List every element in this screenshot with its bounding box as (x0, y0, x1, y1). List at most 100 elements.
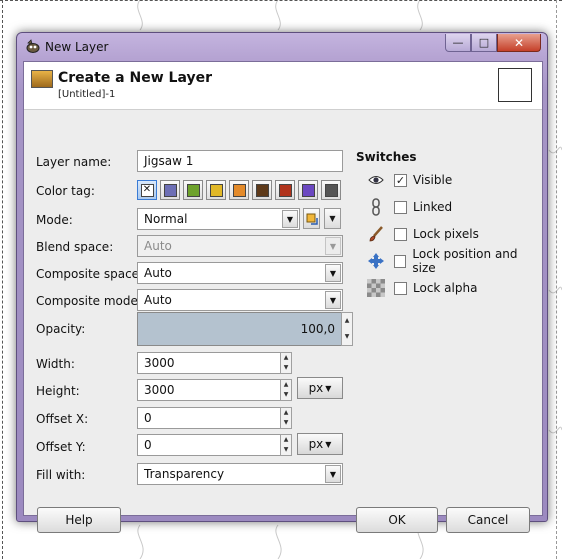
opacity-value: 100,0 (300, 322, 335, 336)
mode-switch-icon (306, 213, 318, 225)
red-swatch (278, 183, 292, 197)
chevron-down-icon: ▼ (325, 291, 341, 309)
width-input[interactable]: 3000 (137, 352, 281, 374)
eye-icon (367, 171, 385, 189)
composite-space-label: Composite space: (36, 267, 144, 281)
title-bar[interactable]: New Layer — □ ✕ (17, 33, 547, 61)
chevron-down-icon: ▼ (329, 214, 336, 223)
chevron-down-icon: ▼ (325, 439, 332, 449)
color-tag-green[interactable] (183, 180, 203, 200)
color-tag-gray[interactable] (321, 180, 341, 200)
offset-x-spinner[interactable]: ▲ ▼ (280, 407, 292, 429)
color-tag-violet[interactable] (298, 180, 318, 200)
spin-up-icon: ▲ (344, 317, 350, 324)
help-button[interactable]: Help (37, 507, 121, 533)
offset-unit-select[interactable]: px ▼ (297, 433, 343, 455)
selection-edge-right (556, 0, 557, 559)
visible-label: Visible (413, 173, 453, 187)
chevron-down-icon: ▼ (282, 210, 298, 228)
color-tag-brown[interactable] (252, 180, 272, 200)
spin-down-icon: ▼ (283, 364, 289, 371)
opacity-label: Opacity: (36, 322, 86, 336)
linked-checkbox[interactable] (394, 200, 407, 214)
violet-swatch (301, 183, 315, 197)
layer-image-icon (31, 70, 53, 88)
composite-mode-select[interactable]: Auto ▼ (137, 289, 343, 311)
color-tag-yellow[interactable] (206, 180, 226, 200)
opacity-slider[interactable]: 100,0 (137, 312, 342, 346)
lock-pixels-checkbox[interactable] (394, 227, 407, 241)
checkerboard-icon (367, 279, 385, 297)
lock-position-switch[interactable]: Lock position and size (367, 247, 542, 275)
color-tag-blue[interactable] (160, 180, 180, 200)
lock-position-label: Lock position and size (412, 247, 518, 275)
no-color-icon: ✕ (140, 183, 154, 197)
lock-position-checkbox[interactable] (393, 254, 407, 268)
image-name: [Untitled]-1 (58, 89, 116, 100)
cancel-button[interactable]: Cancel (446, 507, 530, 533)
width-spinner[interactable]: ▲ ▼ (280, 352, 292, 374)
lock-alpha-label: Lock alpha (413, 281, 478, 295)
move-icon (367, 252, 385, 270)
maximize-button[interactable]: □ (471, 34, 497, 52)
offset-y-input[interactable]: 0 (137, 434, 281, 456)
window-title: New Layer (45, 40, 109, 54)
lock-alpha-checkbox[interactable] (394, 281, 407, 295)
chevron-down-icon: ▼ (325, 237, 341, 255)
color-tag-red[interactable] (275, 180, 295, 200)
offset-unit-value: px (308, 437, 324, 451)
height-label: Height: (36, 384, 80, 398)
selection-edge-top (0, 0, 562, 1)
blend-space-select[interactable]: Auto ▼ (137, 235, 343, 257)
brush-icon (367, 225, 385, 243)
chevron-down-icon: ▼ (325, 383, 332, 393)
visible-checkbox[interactable]: ✓ (394, 173, 407, 187)
chain-icon (367, 198, 385, 216)
composite-space-select[interactable]: Auto ▼ (137, 262, 343, 284)
fill-value: Transparency (144, 467, 225, 481)
blend-space-label: Blend space: (36, 240, 114, 254)
height-input[interactable]: 3000 (137, 379, 281, 401)
linked-switch[interactable]: Linked (367, 197, 452, 217)
chevron-down-icon: ▼ (325, 465, 341, 483)
color-tag-none[interactable]: ✕ (137, 180, 157, 200)
mode-select[interactable]: Normal ▼ (137, 208, 300, 230)
chevron-down-icon: ▼ (325, 264, 341, 282)
offset-y-spinner[interactable]: ▲ ▼ (280, 434, 292, 456)
composite-mode-value: Auto (144, 293, 172, 307)
offset-x-input[interactable]: 0 (137, 407, 281, 429)
lock-pixels-switch[interactable]: Lock pixels (367, 224, 479, 244)
spin-up-icon: ▲ (283, 409, 289, 416)
visible-switch[interactable]: ✓ Visible (367, 170, 452, 190)
mode-group-dropdown[interactable]: ▼ (324, 208, 341, 229)
gray-swatch (324, 183, 338, 197)
mode-value: Normal (144, 212, 188, 226)
spin-down-icon: ▼ (283, 419, 289, 426)
window-controls: — □ ✕ (445, 34, 541, 52)
layer-name-label: Layer name: (36, 155, 112, 169)
fill-select[interactable]: Transparency ▼ (137, 463, 343, 485)
lock-pixels-label: Lock pixels (413, 227, 479, 241)
minimize-button[interactable]: — (445, 34, 471, 52)
layer-name-input[interactable]: Jigsaw 1 (137, 150, 343, 172)
mode-switch-button[interactable] (303, 208, 320, 229)
size-unit-select[interactable]: px ▼ (297, 377, 343, 399)
image-thumbnail (498, 68, 532, 102)
color-tag-orange[interactable] (229, 180, 249, 200)
composite-space-value: Auto (144, 266, 172, 280)
blend-space-value: Auto (144, 239, 172, 253)
checkmark-icon: ✓ (395, 173, 406, 187)
orange-swatch (232, 183, 246, 197)
height-spinner[interactable]: ▲ ▼ (280, 379, 292, 401)
selection-edge-left (2, 0, 3, 559)
ok-button[interactable]: OK (356, 507, 438, 533)
close-button[interactable]: ✕ (497, 34, 541, 52)
opacity-spinner[interactable]: ▲ ▼ (341, 312, 353, 346)
linked-label: Linked (413, 200, 453, 214)
lock-alpha-switch[interactable]: Lock alpha (367, 278, 477, 298)
size-unit-value: px (308, 381, 324, 395)
color-tag-label: Color tag: (36, 184, 95, 198)
blue-swatch (163, 183, 177, 197)
offset-y-label: Offset Y: (36, 440, 86, 454)
spin-up-icon: ▲ (283, 354, 289, 361)
